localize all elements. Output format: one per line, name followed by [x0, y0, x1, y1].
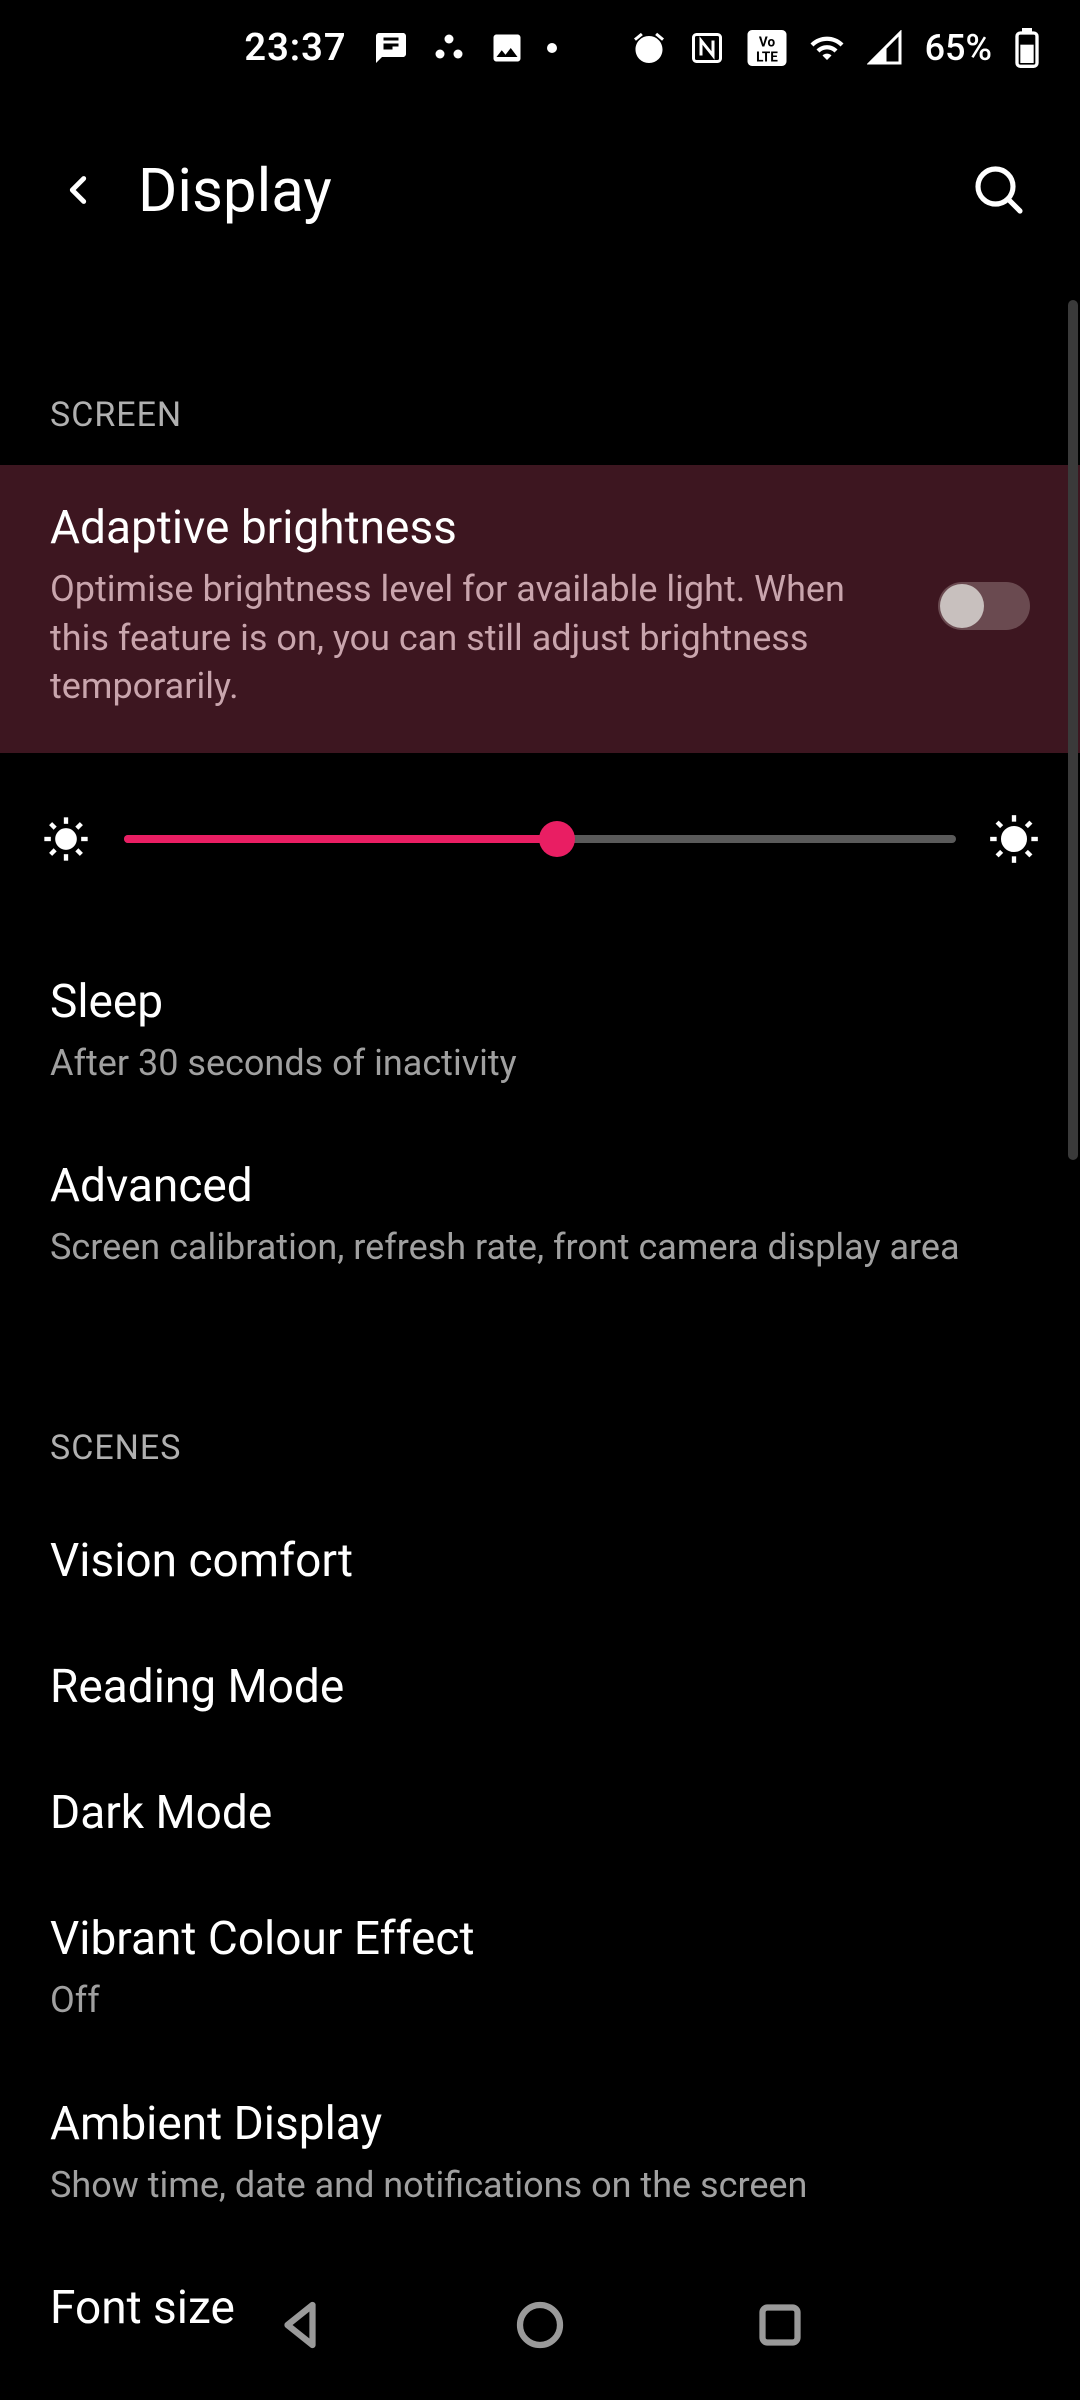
svg-text:Vo: Vo	[758, 34, 775, 50]
vibrant-colour-subtitle: Off	[50, 1976, 1030, 2025]
dot-icon	[547, 43, 557, 53]
reading-mode-title: Reading Mode	[50, 1660, 1030, 1714]
slider-fill	[124, 835, 557, 843]
scrollbar[interactable]	[1068, 300, 1078, 1160]
content: SCREEN Adaptive brightness Optimise brig…	[0, 285, 1080, 2371]
section-header-scenes: SCENES	[0, 1308, 1080, 1498]
advanced-subtitle: Screen calibration, refresh rate, front …	[50, 1223, 1030, 1272]
sleep-title: Sleep	[50, 975, 1030, 1029]
brightness-slider-row	[0, 753, 1080, 925]
ambient-display-title: Ambient Display	[50, 2097, 1030, 2151]
dark-mode-title: Dark Mode	[50, 1786, 1030, 1840]
advanced-row[interactable]: Advanced Screen calibration, refresh rat…	[0, 1123, 1080, 1308]
battery-icon	[1014, 28, 1040, 68]
vision-comfort-row[interactable]: Vision comfort	[0, 1498, 1080, 1624]
sleep-subtitle: After 30 seconds of inactivity	[50, 1039, 1030, 1088]
message-icon	[373, 30, 409, 66]
slider-thumb[interactable]	[539, 821, 575, 857]
vibrant-colour-title: Vibrant Colour Effect	[50, 1912, 1030, 1966]
dark-mode-row[interactable]: Dark Mode	[0, 1750, 1080, 1876]
navigation-bar	[0, 2250, 1080, 2400]
adaptive-brightness-toggle[interactable]	[938, 582, 1030, 630]
vision-comfort-title: Vision comfort	[50, 1534, 1030, 1588]
brightness-high-icon	[988, 813, 1040, 865]
status-clock: 23:37	[244, 26, 346, 70]
signal-icon	[867, 30, 903, 66]
toggle-knob	[940, 584, 984, 628]
nfc-icon	[689, 30, 725, 66]
nav-recent-button[interactable]	[750, 2295, 810, 2355]
volte-icon: VoLTE	[747, 30, 787, 66]
alarm-icon	[631, 30, 667, 66]
sleep-row[interactable]: Sleep After 30 seconds of inactivity	[0, 925, 1080, 1124]
wifi-icon	[809, 30, 845, 66]
adaptive-brightness-row[interactable]: Adaptive brightness Optimise brightness …	[0, 465, 1080, 753]
nav-home-button[interactable]	[510, 2295, 570, 2355]
adaptive-brightness-title: Adaptive brightness	[50, 501, 908, 555]
status-bar: 23:37 VoLTE 65%	[0, 0, 1080, 95]
page-title: Display	[138, 155, 966, 226]
brightness-low-icon	[40, 813, 92, 865]
nav-back-button[interactable]	[270, 2295, 330, 2355]
ambient-display-row[interactable]: Ambient Display Show time, date and noti…	[0, 2061, 1080, 2246]
battery-percentage: 65%	[925, 27, 992, 69]
vibrant-colour-row[interactable]: Vibrant Colour Effect Off	[0, 1876, 1080, 2061]
adaptive-brightness-subtitle: Optimise brightness level for available …	[50, 565, 908, 711]
reading-mode-row[interactable]: Reading Mode	[0, 1624, 1080, 1750]
back-button[interactable]	[48, 160, 108, 220]
image-icon	[489, 30, 525, 66]
app-header: Display	[0, 95, 1080, 285]
ambient-display-subtitle: Show time, date and notifications on the…	[50, 2161, 1030, 2210]
group-icon	[431, 30, 467, 66]
brightness-slider[interactable]	[124, 821, 956, 857]
svg-text:LTE: LTE	[756, 49, 778, 65]
section-header-screen: SCREEN	[0, 285, 1080, 465]
advanced-title: Advanced	[50, 1159, 1030, 1213]
search-button[interactable]	[966, 157, 1032, 223]
